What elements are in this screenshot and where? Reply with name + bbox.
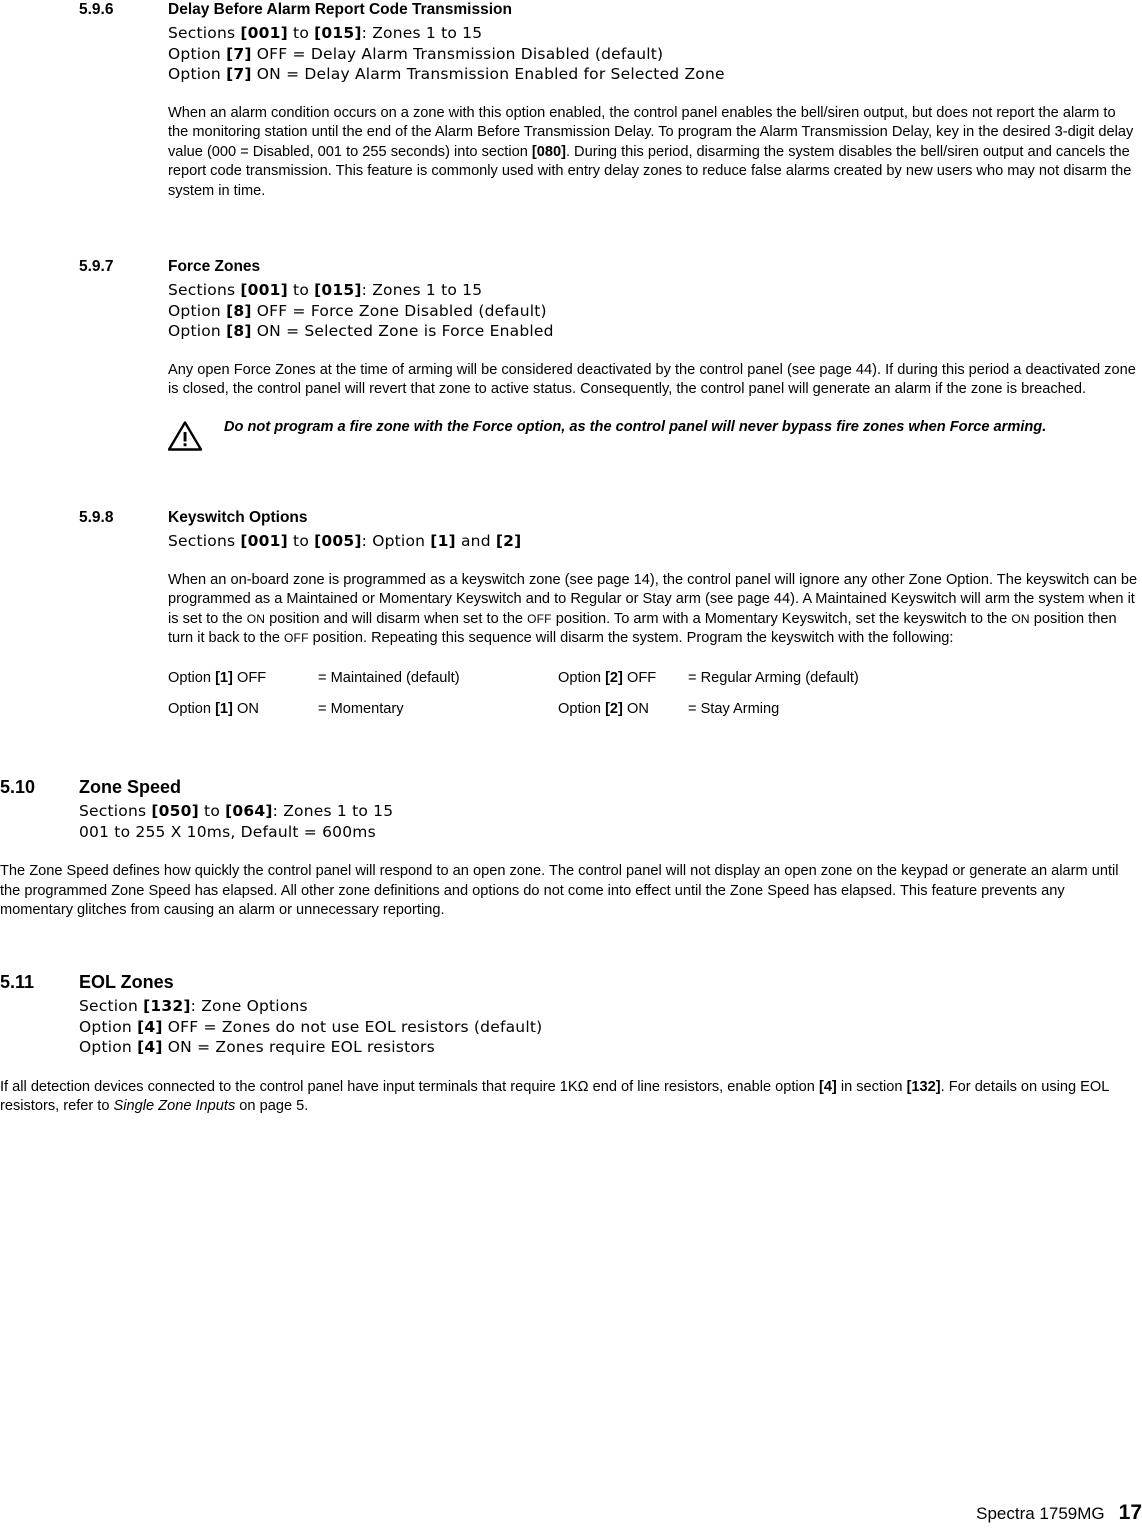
section-5-10-heading: 5.10 Zone Speed: [0, 777, 1142, 797]
option-left-label: Option [1] ON: [168, 701, 259, 718]
para-part-3: in section: [836, 1078, 907, 1095]
option-right-label: Option [2] OFF: [558, 669, 657, 686]
section-5-9-7-spec: Sections [001] to [015]: Zones 1 to 15 O…: [168, 280, 1139, 342]
section-5-9-6: 5.9.6 Delay Before Alarm Report Code Tra…: [79, 0, 1139, 201]
section-5-11-spec: Section [132]: Zone Options Option [4] O…: [79, 996, 1142, 1058]
section-5-9-6-heading: 5.9.6 Delay Before Alarm Report Code Tra…: [79, 0, 1139, 20]
spec-line-2: 001 to 255 X 10ms, Default = 600ms: [79, 822, 376, 841]
spec-line-1: Sections [001] to [015]: Zones 1 to 15: [168, 281, 483, 299]
spec-line-1: Sections [001] to [005]: Option [1] and …: [168, 532, 522, 550]
state-off: OFF: [527, 611, 552, 626]
option-left-value: = Momentary: [318, 701, 404, 718]
para-part-5: on page 5.: [235, 1098, 309, 1115]
para-part-5: position. Repeating this sequence will d…: [308, 630, 954, 647]
section-number: 5.9.8: [79, 509, 114, 526]
section-5-11-heading: 5.11 EOL Zones: [0, 972, 1142, 992]
option-left-label: Option [1] OFF: [168, 669, 267, 686]
page-footer: Spectra 1759MG 17: [976, 1501, 1142, 1525]
section-title: Force Zones: [168, 258, 261, 275]
spec-line-1: Section [132]: Zone Options: [79, 997, 308, 1015]
section-5-9-7: 5.9.7 Force Zones Sections [001] to [015…: [79, 257, 1139, 451]
para-part-1: If all detection devices connected to th…: [0, 1078, 578, 1095]
footer-page-number: 17: [1118, 1501, 1142, 1524]
para-part-2: end of line resistors, enable option: [588, 1078, 819, 1095]
spec-line-1: Sections [050] to [064]: Zones 1 to 15: [79, 802, 394, 820]
section-5-9-8-spec: Sections [001] to [005]: Option [1] and …: [168, 531, 1139, 552]
table-row: Option [1] OFF = Maintained (default) Op…: [168, 669, 968, 701]
para-part-3: position. To arm with a Momentary Keyswi…: [551, 610, 1012, 627]
section-number: 5.10: [0, 777, 36, 797]
spec-line-1: Sections [001] to [015]: Zones 1 to 15: [168, 24, 483, 42]
spec-line-3: Option [7] ON = Delay Alarm Transmission…: [168, 65, 725, 83]
section-5-9-8: 5.9.8 Keyswitch Options Sections [001] t…: [79, 508, 1139, 732]
section-5-9-7-heading: 5.9.7 Force Zones: [79, 257, 1139, 277]
state-on: ON: [246, 611, 266, 626]
section-title: Delay Before Alarm Report Code Transmiss…: [168, 1, 512, 18]
section-5-9-7-paragraph: Any open Force Zones at the time of armi…: [168, 361, 1136, 398]
section-5-11-paragraph: If all detection devices connected to th…: [0, 1078, 1140, 1117]
section-title: Keyswitch Options: [168, 509, 308, 526]
state-on-2: ON: [1011, 611, 1030, 626]
section-5-10-paragraph: The Zone Speed defines how quickly the c…: [0, 863, 1119, 919]
section-5-11: 5.11 EOL Zones Section [132]: Zone Optio…: [0, 972, 1142, 1117]
table-row: Option [1] ON = Momentary Option [2] ON …: [168, 700, 968, 732]
section-number: 5.9.7: [79, 258, 114, 275]
keyswitch-options-table: Option [1] OFF = Maintained (default) Op…: [168, 669, 968, 732]
warning-triangle-icon: [167, 420, 203, 451]
bold-ref-1: [4]: [818, 1078, 837, 1095]
state-off-2: OFF: [284, 631, 309, 646]
document-page: 5.9.6 Delay Before Alarm Report Code Tra…: [0, 0, 1142, 1539]
section-5-9-6-paragraph: When an alarm condition occurs on a zone…: [168, 104, 1134, 199]
option-right-value: = Stay Arming: [688, 701, 780, 718]
section-5-10-spec: Sections [050] to [064]: Zones 1 to 15 0…: [79, 801, 1142, 842]
option-left-value: = Maintained (default): [318, 669, 460, 686]
section-title: EOL Zones: [79, 972, 174, 992]
option-right-value: = Regular Arming (default): [688, 669, 859, 686]
section-5-10: 5.10 Zone Speed Sections [050] to [064]:…: [0, 777, 1142, 921]
spec-line-2: Option [4] OFF = Zones do not use EOL re…: [79, 1017, 543, 1036]
section-5-9-8-heading: 5.9.8 Keyswitch Options: [79, 508, 1139, 528]
spec-line-2: Option [7] OFF = Delay Alarm Transmissio…: [168, 44, 664, 63]
section-number: 5.11: [0, 972, 35, 992]
section-5-9-8-paragraph: When an on-board zone is programmed as a…: [168, 571, 1139, 649]
section-5-9-6-spec: Sections [001] to [015]: Zones 1 to 15 O…: [168, 23, 1139, 85]
spec-line-3: Option [4] ON = Zones require EOL resist…: [79, 1038, 435, 1056]
option-right-label: Option [2] ON: [558, 701, 649, 718]
section-title: Zone Speed: [79, 777, 182, 797]
ohm-symbol: Ω: [577, 1078, 589, 1095]
spec-line-3: Option [8] ON = Selected Zone is Force E…: [168, 322, 554, 340]
spec-line-2: Option [8] OFF = Force Zone Disabled (de…: [168, 301, 547, 320]
para-part-2: position and will disarm when set to the: [265, 610, 528, 627]
italic-ref: Single Zone Inputs: [113, 1098, 236, 1115]
footer-product-title: Spectra 1759MG: [976, 1504, 1105, 1523]
warning-note: Do not program a fire zone with the Forc…: [167, 418, 1126, 451]
bold-ref-2: [132]: [906, 1078, 941, 1095]
warning-text: Do not program a fire zone with the Forc…: [224, 418, 1047, 435]
section-number: 5.9.6: [79, 1, 114, 18]
